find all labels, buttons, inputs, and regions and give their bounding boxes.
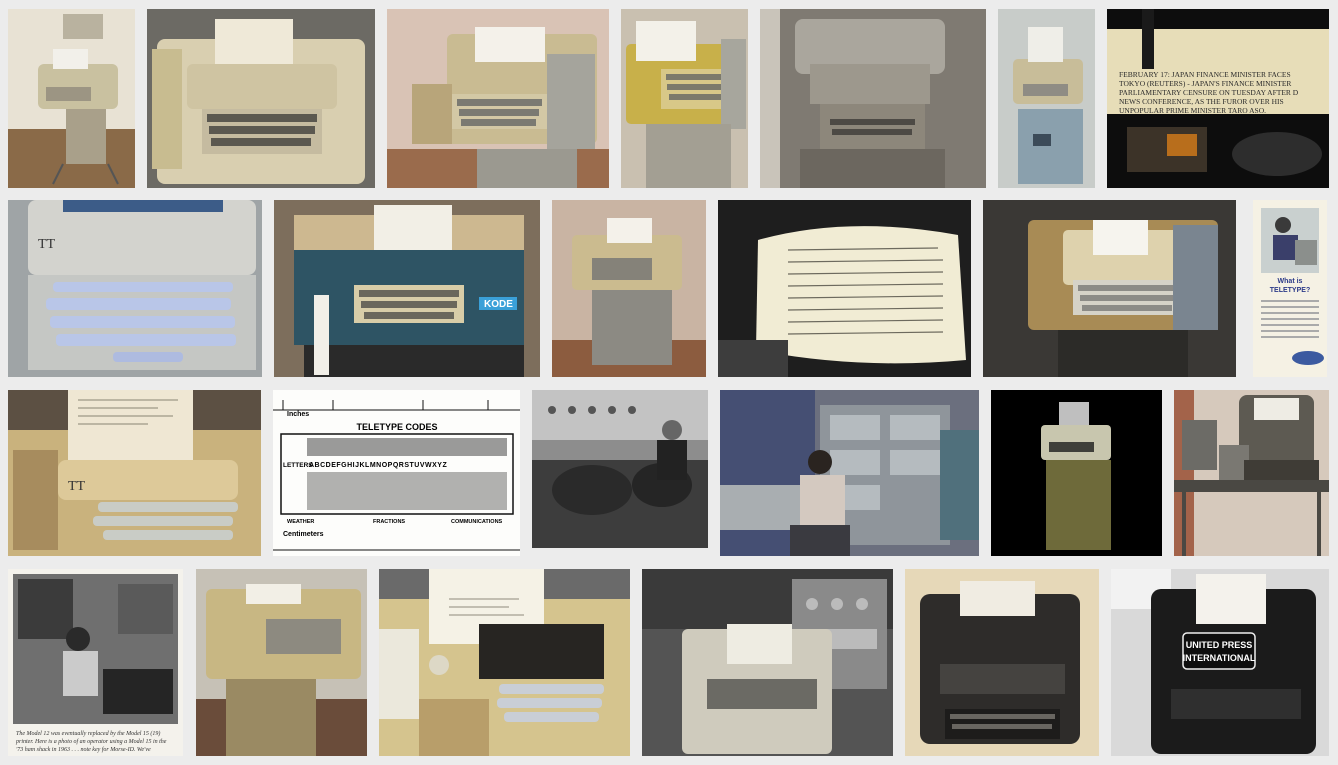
thumbnail-teletype-asr33-dark[interactable]: [983, 200, 1236, 377]
thumbnail-teletype-codes-card[interactable]: Inches TELETYPE CODES LETTERS ABCDEFGHIJ…: [273, 390, 520, 556]
wire-text-line: FEBRUARY 17: JAPAN FINANCE MINISTER FACE…: [1119, 70, 1291, 79]
ad-title: TELETYPE?: [1270, 287, 1310, 294]
thumbnail-teletype-model15-on-desk[interactable]: [1174, 390, 1329, 556]
alphabet-row: ABCDEFGHIJKLMNOPQRSTUVWXYZ: [309, 462, 447, 469]
thumbnail-teletype-operator-woman-bw[interactable]: The Model 12 was eventually replaced by …: [8, 569, 183, 756]
wire-text-line: UNPOPULAR PRIME MINISTER TARO ASO.: [1119, 106, 1266, 115]
thumbnail-teletype-asr33-tape-closeup[interactable]: [379, 569, 630, 756]
svg-text:TT: TT: [38, 237, 56, 252]
thumbnail-teletype-museum-gray[interactable]: [760, 9, 986, 188]
thumbnail-teletype-advertisement-leaflet[interactable]: What is TELETYPE?: [1253, 200, 1327, 377]
thumbnail-teletype-on-stand-tiled-floor[interactable]: [196, 569, 367, 756]
upi-sign-line: INTERNATIONAL: [1183, 653, 1256, 663]
svg-text:TT: TT: [68, 479, 86, 494]
communications-label: COMMUNICATIONS: [451, 519, 503, 525]
thumbnail-teletype-on-stand-beige[interactable]: [8, 9, 135, 188]
fractions-label: FRACTIONS: [373, 519, 405, 525]
thumbnail-teletype-on-stand-brown-room[interactable]: [552, 200, 706, 377]
thumbnail-teletype-beige-keyboard-closeup[interactable]: [147, 9, 375, 188]
centimeters-label: Centimeters: [283, 531, 324, 538]
thumbnail-teletype-operators-bw-photo[interactable]: [532, 390, 708, 548]
thumbnail-teletype-model15-vintage[interactable]: [905, 569, 1099, 756]
thumbnail-teletype-green-console-kode[interactable]: KODE: [274, 200, 540, 377]
caption-line: '73 ham shack in 1963 . . . note key for…: [16, 746, 151, 753]
thumbnail-teletype-keyboard-blue-keys[interactable]: TT: [8, 200, 262, 377]
thumbnail-teletype-blue-stand[interactable]: [998, 9, 1095, 188]
codes-title: TELETYPE CODES: [356, 422, 437, 432]
thumbnail-teletype-united-press-international[interactable]: UNITED PRESS INTERNATIONAL: [1111, 569, 1329, 756]
ad-title: What is: [1278, 278, 1303, 285]
caption-line: The Model 12 was eventually replaced by …: [16, 730, 160, 737]
weather-label: WEATHER: [287, 519, 314, 525]
wire-text-line: TOKYO (REUTERS) - JAPAN'S FINANCE MINIST…: [1119, 79, 1291, 88]
thumbnail-teletype-printing-mechanism[interactable]: FEBRUARY 17: JAPAN FINANCE MINISTER FACE…: [1107, 9, 1329, 188]
thumbnail-teletype-ham-radio-station[interactable]: [720, 390, 979, 556]
upi-sign-line: UNITED PRESS: [1186, 640, 1253, 650]
thumbnail-teletype-on-black-background[interactable]: [991, 390, 1162, 556]
thumbnail-teletype-with-tape-reader[interactable]: [387, 9, 609, 188]
kode-label: KODE: [484, 299, 513, 310]
thumbnail-teletype-paper-roll-printout[interactable]: [718, 200, 971, 377]
caption-line: printer. Here is a photo of an operator …: [15, 738, 167, 745]
thumbnail-teletype-yellow-model[interactable]: [621, 9, 748, 188]
thumbnail-teletype-paper-printout-closeup[interactable]: TT: [8, 390, 261, 556]
inches-label: Inches: [287, 411, 309, 418]
wire-text-line: NEWS CONFERENCE, AS THE FUROR OVER HIS: [1119, 97, 1284, 106]
thumbnail-teletype-radio-room[interactable]: [642, 569, 893, 756]
wire-text-line: PARLIAMENTARY CENSURE ON TUESDAY AFTER D: [1119, 88, 1299, 97]
